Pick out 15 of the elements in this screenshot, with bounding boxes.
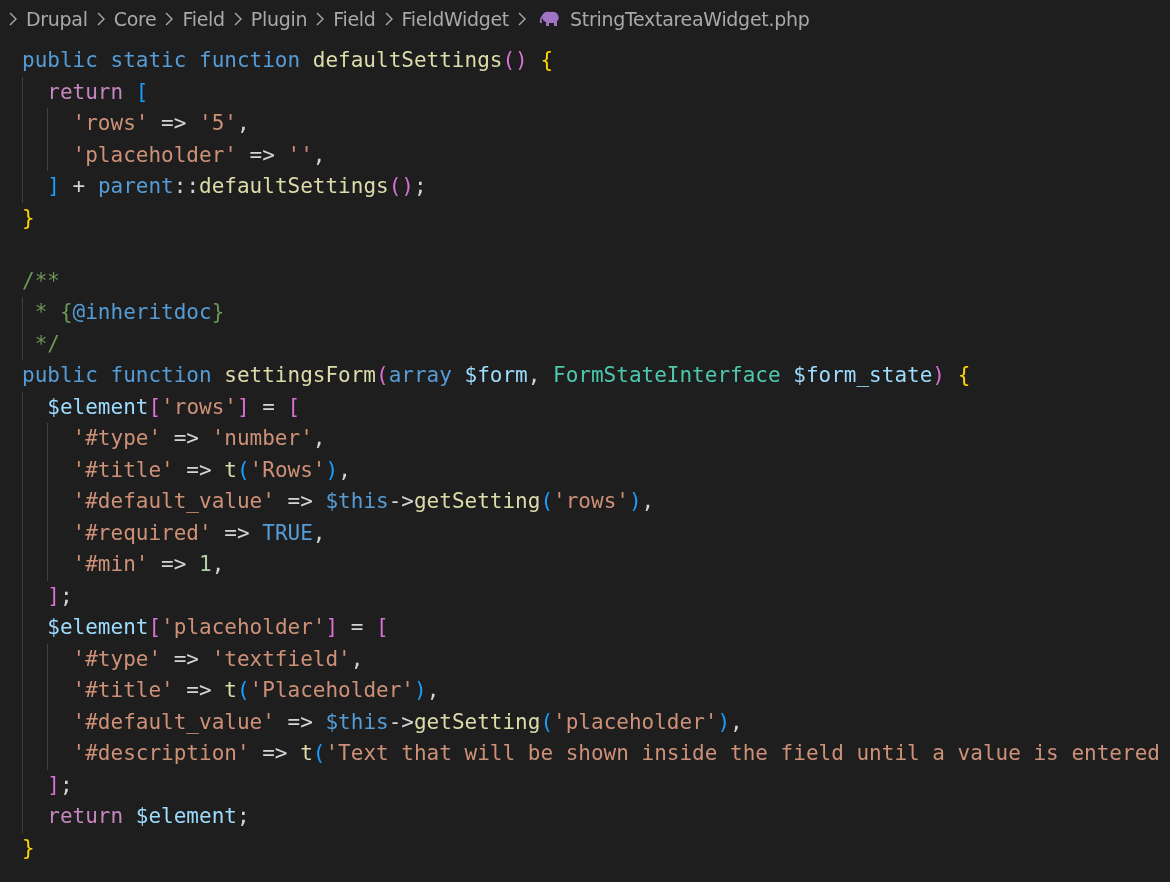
breadcrumb-folder[interactable]: Core bbox=[113, 8, 157, 30]
chevron-icon bbox=[9, 12, 17, 26]
breadcrumb-file[interactable]: StringTextareaWidget.php bbox=[570, 8, 810, 30]
breadcrumb-folder[interactable]: Field bbox=[182, 8, 225, 30]
chevron-icon bbox=[165, 12, 174, 26]
breadcrumb-folder[interactable]: FieldWidget bbox=[401, 8, 509, 30]
elephant-icon bbox=[539, 11, 561, 27]
chevron-icon bbox=[518, 12, 526, 26]
chevron-icon bbox=[96, 12, 105, 26]
chevron-icon bbox=[316, 12, 325, 26]
chevron-icon bbox=[384, 12, 393, 26]
chevron-icon bbox=[233, 12, 242, 26]
breadcrumb-folder[interactable]: Field bbox=[333, 8, 376, 30]
breadcrumb-folder[interactable]: Plugin bbox=[250, 8, 308, 30]
breadcrumb-folder[interactable]: Drupal bbox=[26, 8, 88, 30]
